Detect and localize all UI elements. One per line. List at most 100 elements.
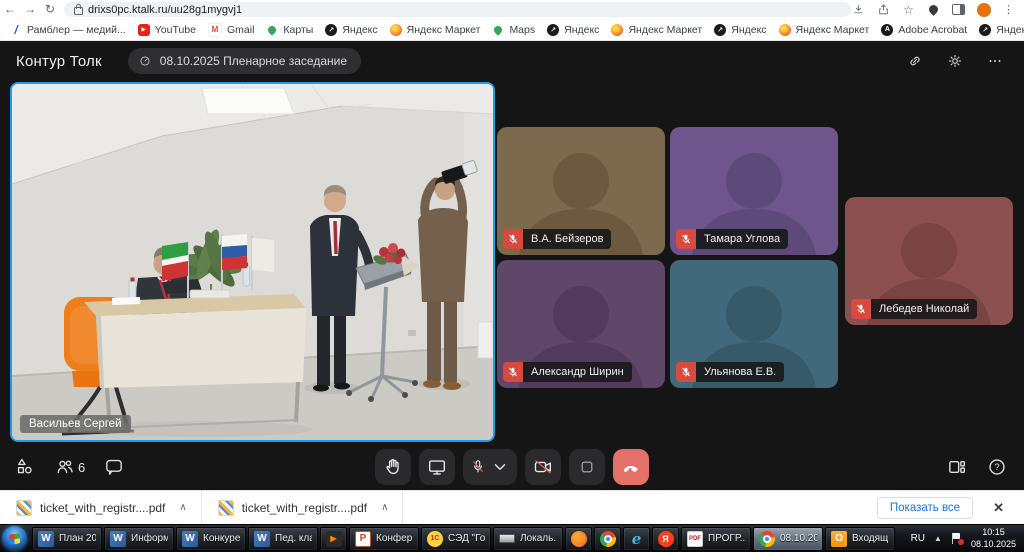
participant-name: В.А. Бейзеров <box>523 229 611 249</box>
bookmark-item[interactable]: Рамблер — медий... <box>10 24 126 36</box>
share-icon[interactable] <box>876 2 891 17</box>
windows-logo-icon <box>9 533 20 544</box>
taskbar-button[interactable]: 08.10.20... <box>753 527 823 551</box>
download-caret-icon[interactable]: ∧ <box>179 502 186 513</box>
bookmark-item[interactable]: YouTube <box>138 24 196 36</box>
forward-button[interactable]: → <box>20 0 40 19</box>
bookmark-favicon <box>492 24 504 36</box>
hangup-button[interactable] <box>613 449 649 485</box>
bookmark-item[interactable]: Яндекс Маркет <box>611 24 702 36</box>
participant-name-chip: Лебедев Николай <box>851 299 977 319</box>
language-indicator[interactable]: RU <box>911 533 925 544</box>
taskbar-button[interactable] <box>652 527 679 551</box>
taskbar-button[interactable]: Локаль... <box>493 527 563 551</box>
close-downloads-bar-icon[interactable]: ✕ <box>987 499 1010 517</box>
url-field[interactable]: drixs0pc.ktalk.ru/uu28g1mygvj1 <box>64 2 851 17</box>
taskbar-app-icon <box>831 531 847 547</box>
raise-hand-button[interactable] <box>375 449 411 485</box>
bookmark-item[interactable]: Яндекс <box>547 24 599 36</box>
browser-menu-icon[interactable]: ⋮ <box>1001 2 1016 17</box>
taskbar-button-label: ПРОГР... <box>708 533 745 544</box>
bookmark-item[interactable]: Яндекс <box>979 24 1024 36</box>
taskbar-button[interactable]: Пед. кла... <box>248 527 318 551</box>
taskbar-button[interactable]: План 20... <box>32 527 102 551</box>
participant-tile[interactable]: В.А. Бейзеров <box>497 127 665 255</box>
stop-button[interactable] <box>569 449 605 485</box>
bookmarks-bar: Рамблер — медий... YouTube Gmail Карты Я… <box>0 19 1024 41</box>
settings-button[interactable] <box>942 48 968 74</box>
mic-devices-chevron-icon[interactable] <box>489 456 511 478</box>
people-icon <box>54 456 76 478</box>
meeting-pill-label: 08.10.2025 Пленарное заседание <box>160 54 347 68</box>
chat-button[interactable] <box>101 454 127 480</box>
participant-tile[interactable]: Лебедев Николай <box>845 197 1013 325</box>
bookmark-item[interactable]: Карты <box>266 24 313 36</box>
participant-tile[interactable]: Ульянова Е.В. <box>670 260 838 388</box>
address-bar: ← → ↻ drixs0pc.ktalk.ru/uu28g1mygvj1 ☆ ⋮ <box>0 0 1024 19</box>
taskbar-button[interactable]: СЭД "Го... <box>421 527 491 551</box>
download-item[interactable]: ticket_with_registr....pdf ∧ <box>0 491 202 524</box>
taskbar-button[interactable] <box>623 527 650 551</box>
taskbar-app-icon <box>571 531 587 547</box>
taskbar-button[interactable]: Конфер... <box>349 527 419 551</box>
back-button[interactable]: ← <box>0 0 20 19</box>
bookmark-favicon <box>138 24 150 36</box>
bookmark-item[interactable]: Maps <box>492 24 535 36</box>
bookmark-item[interactable]: Яндекс <box>714 24 766 36</box>
taskbar-button-label: Информ... <box>131 533 168 544</box>
bookmark-star-icon[interactable]: ☆ <box>901 2 916 17</box>
participant-tile[interactable]: Тамара Углова <box>670 127 838 255</box>
taskbar-button[interactable] <box>565 527 592 551</box>
bookmark-favicon <box>611 24 623 36</box>
help-button[interactable]: ? <box>984 454 1010 480</box>
bookmark-label: Яндекс Маркет <box>796 24 870 36</box>
participants-button[interactable]: 6 <box>52 454 87 480</box>
taskbar-button[interactable] <box>320 527 347 551</box>
mic-muted-icon <box>503 229 523 249</box>
more-menu-button[interactable] <box>982 48 1008 74</box>
layout-button[interactable] <box>944 454 970 480</box>
screen-share-icon <box>426 456 448 478</box>
taskbar-button[interactable] <box>594 527 621 551</box>
taskbar-button[interactable]: Информ... <box>104 527 174 551</box>
profile-avatar[interactable] <box>976 2 991 17</box>
participant-tile[interactable]: Александр Ширин <box>497 260 665 388</box>
main-video-tile[interactable]: Васильев Сергей <box>10 82 495 442</box>
meeting-pill[interactable]: 08.10.2025 Пленарное заседание <box>128 48 361 74</box>
microphone-button[interactable] <box>463 449 517 485</box>
show-all-downloads-button[interactable]: Показать все <box>877 497 973 519</box>
bookmark-label: Gmail <box>227 24 254 36</box>
bookmark-item[interactable]: Adobe Acrobat <box>881 24 967 36</box>
mic-muted-icon <box>503 362 523 382</box>
copy-link-button[interactable] <box>902 48 928 74</box>
hidden-icons-chevron-icon[interactable]: ▲ <box>934 534 942 543</box>
side-panel-icon[interactable] <box>951 2 966 17</box>
bookmark-favicon <box>10 24 22 36</box>
camera-button[interactable] <box>525 449 561 485</box>
clock[interactable]: 10:15 08.10.2025 <box>971 527 1016 550</box>
bookmark-item[interactable]: Яндекс Маркет <box>390 24 481 36</box>
ellipsis-icon <box>986 52 1004 70</box>
bookmark-label: Maps <box>509 24 535 36</box>
start-button[interactable] <box>2 526 27 551</box>
taskbar-button[interactable]: Конкуре... <box>176 527 246 551</box>
taskbar-button[interactable]: Входящ... <box>825 527 895 551</box>
downloads-icon[interactable] <box>851 2 866 17</box>
download-item[interactable]: ticket_with_registr....pdf ∧ <box>202 491 404 524</box>
reload-button[interactable]: ↻ <box>40 0 60 19</box>
taskbar-button-label: План 20... <box>59 533 96 544</box>
app-header: Контур Толк 08.10.2025 Пленарное заседан… <box>0 41 1024 81</box>
taskbar-button[interactable]: ПРОГР... <box>681 527 751 551</box>
participant-name: Лебедев Николай <box>871 299 977 319</box>
bookmark-item[interactable]: Яндекс <box>325 24 377 36</box>
apps-button[interactable] <box>12 454 38 480</box>
camera-off-icon <box>532 456 554 478</box>
bookmark-item[interactable]: Яндекс Маркет <box>779 24 870 36</box>
action-center-flag-icon[interactable] <box>951 533 962 545</box>
screen-share-button[interactable] <box>419 449 455 485</box>
bookmark-item[interactable]: Gmail <box>208 23 254 37</box>
speaker-name-label: Васильев Сергей <box>20 415 131 433</box>
square-icon <box>576 456 598 478</box>
download-caret-icon[interactable]: ∧ <box>381 502 388 513</box>
pinned-extension-icon[interactable] <box>926 2 941 17</box>
